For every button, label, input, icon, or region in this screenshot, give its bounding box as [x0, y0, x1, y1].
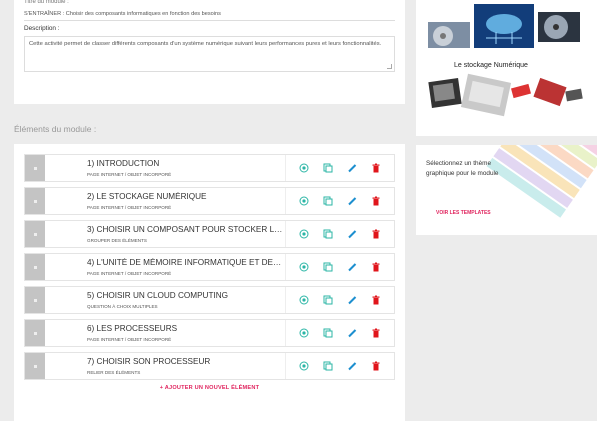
list-item[interactable]: 3) CHOISIR UN COMPOSANT POUR STOCKER LES… [24, 220, 395, 248]
element-actions [286, 188, 394, 214]
pencil-icon[interactable] [345, 260, 359, 274]
element-info: 5) CHOISIR UN CLOUD COMPUTING QUESTION À… [45, 287, 286, 313]
pencil-icon[interactable] [345, 326, 359, 340]
drag-handle-icon[interactable] [25, 353, 45, 379]
drag-handle-icon[interactable] [25, 155, 45, 181]
add-element-button[interactable]: + AJOUTER UN NOUVEL ÉLÉMENT [24, 385, 395, 391]
drag-handle-icon[interactable] [25, 254, 45, 280]
view-icon[interactable] [297, 359, 311, 373]
element-type: PAGE INTERNET / OBJET INCORPORÉ [87, 172, 172, 177]
drag-handle-icon[interactable] [25, 221, 45, 247]
view-icon[interactable] [297, 326, 311, 340]
trash-icon[interactable] [369, 260, 383, 274]
element-title: 5) CHOISIR UN CLOUD COMPUTING [87, 291, 229, 300]
drag-handle-icon[interactable] [25, 188, 45, 214]
elements-list: 1) INTRODUCTION PAGE INTERNET / OBJET IN… [24, 154, 395, 380]
element-title: 3) CHOISIR UN COMPOSANT POUR STOCKER LES… [87, 225, 285, 234]
storage-image-caption: Le stockage Numérique [454, 62, 528, 69]
element-type: GROUPER DES ÉLÉMENTS [87, 238, 147, 243]
trash-icon[interactable] [369, 359, 383, 373]
pencil-icon[interactable] [345, 359, 359, 373]
duplicate-icon[interactable] [321, 359, 335, 373]
duplicate-icon[interactable] [321, 194, 335, 208]
module-title-input[interactable]: S'ENTRAÎNER : Choisir des composants inf… [24, 7, 395, 21]
element-title: 2) LE STOCKAGE NUMÉRIQUE [87, 192, 207, 201]
list-item[interactable]: 2) LE STOCKAGE NUMÉRIQUE PAGE INTERNET /… [24, 187, 395, 215]
resize-handle-icon[interactable] [387, 64, 392, 69]
element-actions [286, 320, 394, 346]
element-actions [286, 353, 394, 379]
module-title-label: Titre du module : [24, 0, 69, 5]
pencil-icon[interactable] [345, 161, 359, 175]
element-info: 2) LE STOCKAGE NUMÉRIQUE PAGE INTERNET /… [45, 188, 286, 214]
list-item[interactable]: 5) CHOISIR UN CLOUD COMPUTING QUESTION À… [24, 286, 395, 314]
element-actions [286, 254, 394, 280]
description-label: Description : [24, 25, 60, 32]
trash-icon[interactable] [369, 227, 383, 241]
element-title: 4) L'UNITÉ DE MÉMOIRE INFORMATIQUE ET DE… [87, 258, 285, 267]
view-icon[interactable] [297, 161, 311, 175]
storage-image-card: Le stockage Numérique [416, 0, 597, 136]
element-actions [286, 155, 394, 181]
view-icon[interactable] [297, 260, 311, 274]
trash-icon[interactable] [369, 194, 383, 208]
view-icon[interactable] [297, 227, 311, 241]
drag-handle-icon[interactable] [25, 287, 45, 313]
view-icon[interactable] [297, 293, 311, 307]
element-info: 7) CHOISIR SON PROCESSEUR RELIER DES ÉLÉ… [45, 353, 286, 379]
element-title: 1) INTRODUCTION [87, 159, 160, 168]
element-info: 3) CHOISIR UN COMPOSANT POUR STOCKER LES… [45, 221, 286, 247]
duplicate-icon[interactable] [321, 293, 335, 307]
list-item[interactable]: 7) CHOISIR SON PROCESSEUR RELIER DES ÉLÉ… [24, 352, 395, 380]
theme-card: Sélectionnez un thème graphique pour le … [416, 145, 597, 235]
drag-handle-icon[interactable] [25, 320, 45, 346]
pencil-icon[interactable] [345, 293, 359, 307]
element-info: 6) LES PROCESSEURS PAGE INTERNET / OBJET… [45, 320, 286, 346]
trash-icon[interactable] [369, 161, 383, 175]
element-actions [286, 287, 394, 313]
view-templates-link[interactable]: VOIR LES TEMPLATES [436, 210, 491, 216]
view-icon[interactable] [297, 194, 311, 208]
description-textarea[interactable]: Cette activité permet de classer différe… [24, 36, 395, 72]
theme-description: Sélectionnez un thème graphique pour le … [426, 160, 499, 177]
elements-list-card: 1) INTRODUCTION PAGE INTERNET / OBJET IN… [14, 144, 405, 421]
list-item[interactable]: 6) LES PROCESSEURS PAGE INTERNET / OBJET… [24, 319, 395, 347]
element-type: PAGE INTERNET / OBJET INCORPORÉ [87, 271, 172, 276]
element-title: 6) LES PROCESSEURS [87, 324, 178, 333]
duplicate-icon[interactable] [321, 326, 335, 340]
module-info-card: Titre du module : S'ENTRAÎNER : Choisir … [14, 0, 405, 104]
element-title: 7) CHOISIR SON PROCESSEUR [87, 357, 211, 366]
element-type: PAGE INTERNET / OBJET INCORPORÉ [87, 337, 172, 342]
trash-icon[interactable] [369, 326, 383, 340]
elements-section-title: Éléments du module : [14, 124, 97, 134]
duplicate-icon[interactable] [321, 260, 335, 274]
element-info: 1) INTRODUCTION PAGE INTERNET / OBJET IN… [45, 155, 286, 181]
duplicate-icon[interactable] [321, 161, 335, 175]
element-actions [286, 221, 394, 247]
pencil-icon[interactable] [345, 227, 359, 241]
duplicate-icon[interactable] [321, 227, 335, 241]
memory-card-image [533, 77, 567, 107]
description-text: Cette activité permet de classer différe… [29, 41, 382, 47]
element-type: RELIER DES ÉLÉMENTS [87, 370, 141, 375]
element-type: PAGE INTERNET / OBJET INCORPORÉ [87, 205, 172, 210]
pencil-icon[interactable] [345, 194, 359, 208]
list-item[interactable]: 1) INTRODUCTION PAGE INTERNET / OBJET IN… [24, 154, 395, 182]
element-info: 4) L'UNITÉ DE MÉMOIRE INFORMATIQUE ET DE… [45, 254, 286, 280]
element-type: QUESTION À CHOIX MULTIPLES [87, 304, 158, 309]
list-item[interactable]: 4) L'UNITÉ DE MÉMOIRE INFORMATIQUE ET DE… [24, 253, 395, 281]
trash-icon[interactable] [369, 293, 383, 307]
usb-key-image [511, 83, 531, 99]
